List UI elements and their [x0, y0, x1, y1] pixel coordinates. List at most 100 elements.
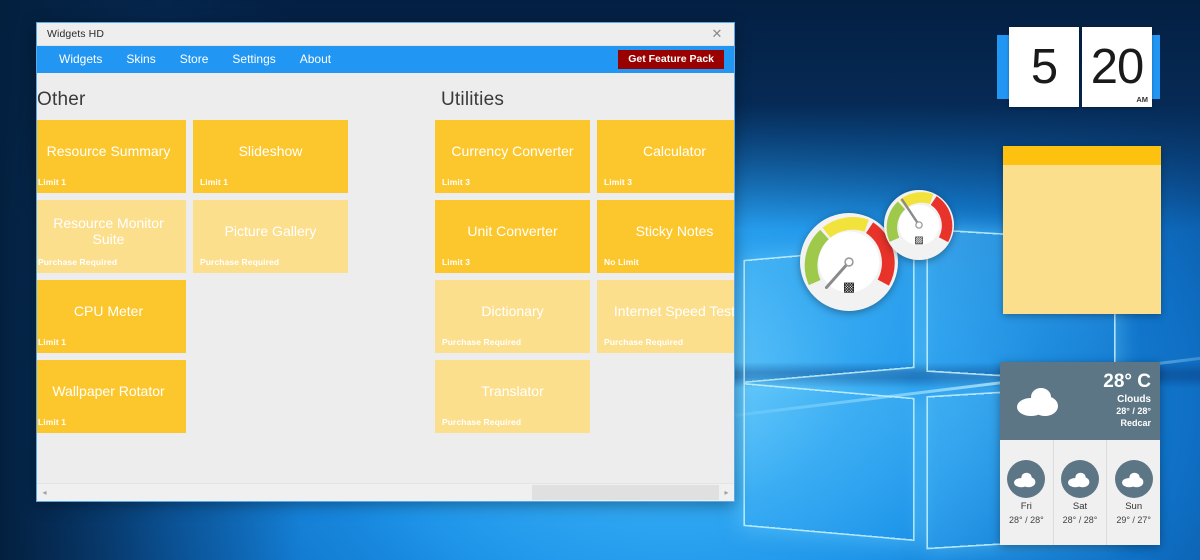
catalog-columns: Other Resource Summary Limit 1 Slideshow…	[37, 73, 734, 433]
forecast-day-temps: 28° / 28°	[1008, 515, 1044, 525]
clock-minutes: 20	[1090, 39, 1145, 94]
tile-status: Purchase Required	[38, 257, 118, 267]
tile-status: Purchase Required	[442, 337, 522, 347]
scrollbar-trough[interactable]	[532, 485, 719, 500]
tile-calculator[interactable]: Calculator Limit 3	[597, 120, 734, 193]
tile-label: CPU Meter	[73, 303, 144, 320]
tile-status: Purchase Required	[604, 337, 684, 347]
forecast-day-sat[interactable]: Sat 28° / 28°	[1054, 440, 1108, 545]
cloud-icon	[1009, 385, 1071, 417]
memory-chip-icon: ▨	[914, 235, 924, 246]
forecast-day-name: Sun	[1125, 501, 1143, 512]
tile-label: Unit Converter	[467, 223, 558, 240]
tile-status: Purchase Required	[442, 417, 522, 427]
menu-item-settings[interactable]: Settings	[220, 46, 287, 73]
tile-resource-monitor-suite[interactable]: Resource Monitor Suite Purchase Required	[37, 200, 186, 273]
cloud-glyph	[1121, 472, 1144, 487]
tile-label: Sticky Notes	[635, 223, 714, 240]
category-utilities: Utilities Currency Converter Limit 3 Cal…	[435, 89, 734, 433]
get-feature-pack-button[interactable]: Get Feature Pack	[618, 50, 724, 69]
forecast-day-temps: 28° / 28°	[1062, 515, 1098, 525]
tile-status: Limit 3	[442, 177, 471, 187]
tile-label: Resource Summary	[46, 143, 171, 160]
forecast-day-name: Fri	[1020, 501, 1032, 512]
tile-status: Purchase Required	[200, 257, 280, 267]
tile-status: Limit 1	[200, 177, 229, 187]
scroll-right-icon[interactable]: ▸	[719, 485, 734, 500]
tile-status: Limit 1	[38, 417, 67, 427]
tile-unit-converter[interactable]: Unit Converter Limit 3	[435, 200, 590, 273]
scroll-left-icon[interactable]: ◂	[37, 485, 52, 500]
weather-location: Redcar	[1120, 417, 1151, 428]
tile-label: Wallpaper Rotator	[52, 383, 165, 400]
weather-current: 28° C Clouds 28° / 28° Redcar	[1000, 362, 1160, 440]
tile-sticky-notes[interactable]: Sticky Notes No Limit	[597, 200, 734, 273]
cloud-icon	[1061, 460, 1099, 498]
category-other: Other Resource Summary Limit 1 Slideshow…	[37, 89, 386, 433]
forecast-day-name: Sat	[1072, 501, 1088, 512]
clock-hours-card: 5	[1009, 27, 1079, 107]
logo-pane	[745, 384, 913, 540]
tile-status: Limit 3	[604, 177, 633, 187]
menu-item-store[interactable]: Store	[168, 46, 221, 73]
horizontal-scrollbar[interactable]: ◂ ▸	[37, 483, 734, 501]
tile-wallpaper-rotator[interactable]: Wallpaper Rotator Limit 1	[37, 360, 186, 433]
weather-readings: 28° C Clouds 28° / 28° Redcar	[1071, 371, 1151, 429]
clock-hours: 5	[1030, 39, 1058, 94]
cloud-glyph	[1014, 472, 1036, 487]
tile-slideshow[interactable]: Slideshow Limit 1	[193, 120, 348, 193]
forecast-day-fri[interactable]: Fri 28° / 28°	[1000, 440, 1054, 545]
close-icon[interactable]: ✕	[700, 23, 734, 44]
cloud-glyph	[1017, 388, 1058, 416]
sticky-note-header[interactable]	[1003, 146, 1161, 165]
tile-resource-summary[interactable]: Resource Summary Limit 1	[37, 120, 186, 193]
tile-label: Translator	[481, 383, 544, 400]
weather-widget[interactable]: 28° C Clouds 28° / 28° Redcar Fri 28° / …	[1000, 362, 1160, 545]
weather-temperature: 28° C	[1103, 371, 1151, 393]
forecast-day-temps: 29° / 27°	[1116, 515, 1152, 525]
tile-currency-converter[interactable]: Currency Converter Limit 3	[435, 120, 590, 193]
sticky-note-text[interactable]	[1003, 165, 1161, 177]
cloud-glyph	[1068, 472, 1090, 487]
clock-minutes-card: 20 AM	[1082, 27, 1152, 107]
category-heading: Other	[37, 89, 86, 110]
tile-dictionary[interactable]: Dictionary Purchase Required	[435, 280, 590, 353]
window-title: Widgets HD	[47, 28, 105, 40]
clock-meridiem: AM	[1136, 95, 1148, 104]
tile-cpu-meter[interactable]: CPU Meter Limit 1	[37, 280, 186, 353]
weather-range: 28° / 28°	[1116, 406, 1151, 417]
tile-label: Currency Converter	[451, 143, 574, 160]
menu-item-widgets[interactable]: Widgets	[47, 46, 114, 73]
cpu-chip-icon: ▩	[842, 279, 856, 294]
menu-item-skins[interactable]: Skins	[114, 46, 167, 73]
tile-picture-gallery[interactable]: Picture Gallery Purchase Required	[193, 200, 348, 273]
tile-status: Limit 1	[38, 337, 67, 347]
widgets-catalog-area: Other Resource Summary Limit 1 Slideshow…	[37, 73, 734, 483]
tile-label: Calculator	[642, 143, 707, 160]
tile-label: Internet Speed Test	[613, 303, 734, 320]
tile-status: Limit 1	[38, 177, 67, 187]
widgets-hd-window: Widgets HD ✕ Widgets Skins Store Setting…	[36, 22, 735, 502]
weather-forecast: Fri 28° / 28° Sat 28° / 28° Sun 29° / 27…	[1000, 440, 1160, 545]
tile-grid-utilities: Currency Converter Limit 3 Calculator Li…	[435, 120, 734, 433]
tile-status: No Limit	[604, 257, 639, 267]
tile-label: Resource Monitor Suite	[53, 215, 164, 247]
sticky-note-widget[interactable]	[1003, 146, 1161, 314]
scrollbar-thumb[interactable]	[52, 485, 533, 500]
menu-bar: Widgets Skins Store Settings About Get F…	[37, 46, 734, 73]
scrollbar-track[interactable]	[52, 485, 719, 500]
tile-label: Dictionary	[481, 303, 544, 320]
ram-gauge-dial	[884, 190, 954, 260]
tile-status: Limit 3	[442, 257, 471, 267]
category-heading: Utilities	[441, 89, 505, 110]
flip-clock-widget[interactable]: 5 20 AM	[997, 27, 1160, 107]
ram-gauge-widget[interactable]: ▨	[884, 190, 954, 260]
forecast-day-sun[interactable]: Sun 29° / 27°	[1107, 440, 1160, 545]
tile-label: Slideshow	[238, 143, 303, 160]
tile-spacer	[193, 280, 348, 353]
cloud-icon	[1114, 460, 1153, 498]
tile-translator[interactable]: Translator Purchase Required	[435, 360, 590, 433]
tile-internet-speed-test[interactable]: Internet Speed Test Purchase Required	[597, 280, 734, 353]
menu-item-about[interactable]: About	[288, 46, 343, 73]
tile-label: Picture Gallery	[224, 223, 317, 240]
